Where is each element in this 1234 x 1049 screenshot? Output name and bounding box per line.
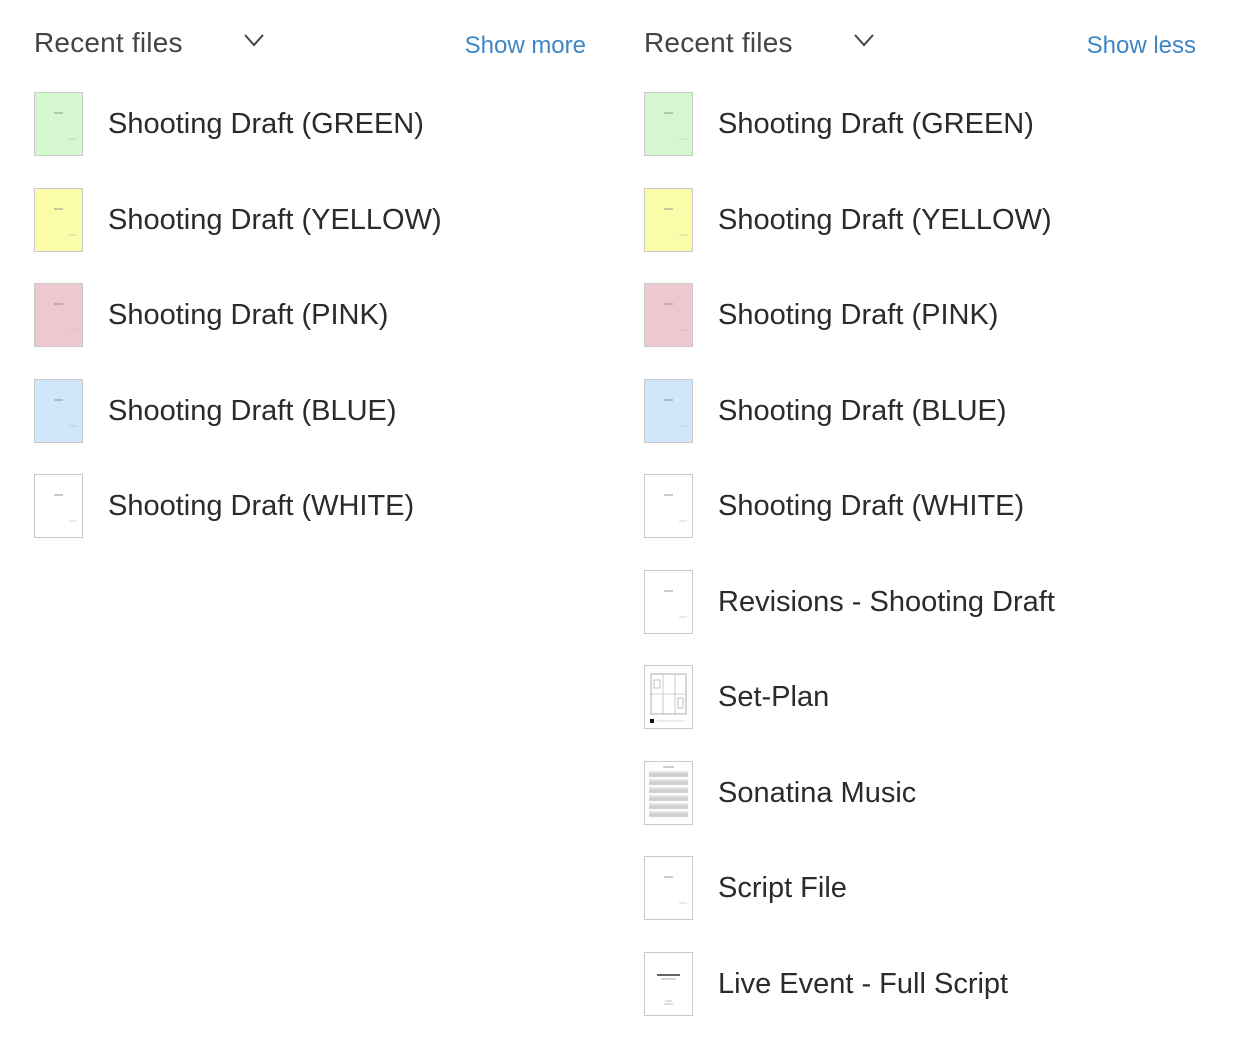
show-less-link[interactable]: Show less: [1087, 32, 1196, 60]
floor-plan-icon: [644, 665, 693, 729]
file-name: Shooting Draft (WHITE): [718, 490, 1025, 522]
file-name: Shooting Draft (YELLOW): [718, 203, 1052, 236]
file-name: Sonatina Music: [718, 776, 917, 809]
script-page-icon: [34, 92, 83, 156]
script-page-icon: [34, 187, 83, 252]
file-name: Set-Plan: [718, 681, 830, 713]
file-item[interactable]: Script File: [644, 852, 1196, 948]
file-item[interactable]: Shooting Draft (PINK): [644, 279, 1196, 375]
chevron-down-icon[interactable]: [242, 30, 266, 50]
script-page-icon: [644, 187, 693, 252]
script-page-icon: [644, 378, 693, 443]
script-page-icon: [644, 92, 693, 156]
script-page-icon: [34, 474, 83, 538]
file-item[interactable]: Shooting Draft (WHITE): [34, 470, 586, 566]
file-item[interactable]: Shooting Draft (WHITE): [644, 470, 1196, 566]
file-name: Script File: [718, 872, 847, 904]
file-name: Shooting Draft (GREEN): [718, 108, 1034, 140]
recent-files-header: Recent files Show less: [644, 0, 1196, 88]
recent-files-title: Recent files: [34, 27, 183, 58]
file-item[interactable]: Shooting Draft (PINK): [34, 279, 586, 375]
sheet-music-icon: [644, 760, 693, 825]
recent-files-panel-expanded: Recent files Show less Shooting Draft (G…: [644, 0, 1196, 1043]
file-name: Shooting Draft (PINK): [718, 299, 999, 331]
script-page-icon: [644, 283, 693, 347]
recent-files-header: Recent files Show more: [34, 0, 586, 88]
chevron-down-icon[interactable]: [852, 30, 876, 50]
file-name: Shooting Draft (BLUE): [108, 394, 397, 427]
file-item[interactable]: Live Event - Full Script: [644, 948, 1196, 1044]
show-more-link[interactable]: Show more: [465, 32, 586, 60]
title-page-icon: [644, 951, 693, 1016]
file-name: Shooting Draft (BLUE): [718, 394, 1007, 427]
script-page-icon: [644, 856, 693, 920]
script-page-icon: [644, 474, 693, 538]
script-page-icon: [34, 283, 83, 347]
file-item[interactable]: Shooting Draft (BLUE): [34, 375, 586, 471]
recent-files-panel-collapsed: Recent files Show more Shooting Draft (G…: [34, 0, 586, 566]
file-item[interactable]: Shooting Draft (GREEN): [644, 88, 1196, 184]
file-item[interactable]: Sonatina Music: [644, 757, 1196, 853]
script-page-icon: [644, 569, 693, 634]
file-name: Shooting Draft (GREEN): [108, 108, 424, 140]
recent-files-list: Shooting Draft (GREEN) Shooting Draft (YE…: [34, 88, 586, 566]
recent-files-list: Shooting Draft (GREEN) Shooting Draft (YE…: [644, 88, 1196, 1043]
file-name: Shooting Draft (PINK): [108, 299, 389, 331]
file-name: Revisions - Shooting Draft: [718, 585, 1055, 618]
file-item[interactable]: Shooting Draft (BLUE): [644, 375, 1196, 471]
file-item[interactable]: Revisions - Shooting Draft: [644, 566, 1196, 662]
recent-files-title: Recent files: [644, 27, 793, 58]
file-item[interactable]: Shooting Draft (YELLOW): [644, 184, 1196, 280]
file-name: Live Event - Full Script: [718, 967, 1009, 1000]
file-item[interactable]: Set-Plan: [644, 661, 1196, 757]
file-name: Shooting Draft (YELLOW): [108, 203, 442, 236]
file-name: Shooting Draft (WHITE): [108, 490, 415, 522]
file-item[interactable]: Shooting Draft (YELLOW): [34, 184, 586, 280]
script-page-icon: [34, 378, 83, 443]
file-item[interactable]: Shooting Draft (GREEN): [34, 88, 586, 184]
